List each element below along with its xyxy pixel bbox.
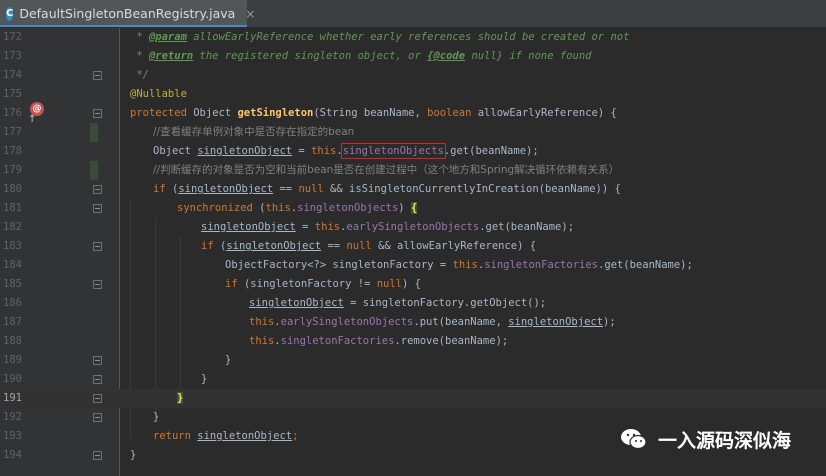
code-line: 175 @Nullable bbox=[0, 85, 826, 104]
line-number: 194 bbox=[3, 449, 22, 461]
active-tab-indicator bbox=[0, 25, 247, 27]
line-number: 179 bbox=[3, 164, 22, 176]
code-line: 173 * @return the registered singleton o… bbox=[0, 47, 826, 66]
line-number: 174 bbox=[3, 69, 22, 81]
editor-tab-bar: C DefaultSingletonBeanRegistry.java × bbox=[0, 0, 826, 28]
class-icon: C bbox=[6, 6, 14, 21]
line-number: 175 bbox=[3, 88, 22, 100]
line-number: 188 bbox=[3, 335, 22, 347]
code-line: 176 protected Object getSingleton(String… bbox=[0, 104, 826, 123]
code-line: 180 if (singletonObject == null && isSin… bbox=[0, 180, 826, 199]
watermark: 一入源码深似海 bbox=[620, 424, 791, 454]
code-line: 178 Object singletonObject = this.single… bbox=[0, 142, 826, 161]
line-number: 177 bbox=[3, 126, 22, 138]
code-line: 172 * @param allowEarlyReference whether… bbox=[0, 28, 826, 47]
fold-icon[interactable] bbox=[93, 109, 102, 118]
highlighted-field: singletonObjects bbox=[340, 143, 446, 159]
fold-icon[interactable] bbox=[93, 204, 102, 213]
fold-icon[interactable] bbox=[93, 375, 102, 384]
fold-icon[interactable] bbox=[93, 451, 102, 460]
code-line: 183 if (singletonObject == null && allow… bbox=[0, 237, 826, 256]
wechat-icon bbox=[621, 429, 647, 450]
code-line: 189 } bbox=[0, 351, 826, 370]
close-icon[interactable]: × bbox=[245, 7, 255, 21]
line-number: 191 bbox=[3, 392, 22, 404]
code-line: 187 this.earlySingletonObjects.put(beanN… bbox=[0, 313, 826, 332]
line-number: 190 bbox=[3, 373, 22, 385]
line-number: 189 bbox=[3, 354, 22, 366]
implements-arrow-icon[interactable]: ↑ bbox=[28, 114, 36, 125]
code-line: 174 */ bbox=[0, 66, 826, 85]
line-number: 186 bbox=[3, 297, 22, 309]
fold-icon[interactable] bbox=[93, 280, 102, 289]
code-line: 188 this.singletonFactories.remove(beanN… bbox=[0, 332, 826, 351]
line-number: 180 bbox=[3, 183, 22, 195]
fold-icon[interactable] bbox=[93, 394, 102, 403]
code-line: 179 //判断缓存的对象是否为空和当前bean是否在创建过程中（这个地方和Sp… bbox=[0, 161, 826, 180]
code-line: 185 if (singletonFactory != null) { bbox=[0, 275, 826, 294]
fold-icon[interactable] bbox=[93, 185, 102, 194]
line-number: 176 bbox=[3, 107, 22, 119]
line-number: 182 bbox=[3, 221, 22, 233]
code-line: 181 synchronized (this.singletonObjects)… bbox=[0, 199, 826, 218]
code-line: 182 singletonObject = this.earlySingleto… bbox=[0, 218, 826, 237]
code-line: 177 //查看缓存单例对象中是否存在指定的bean bbox=[0, 123, 826, 142]
fold-icon[interactable] bbox=[93, 71, 102, 80]
code-line: 184 ObjectFactory<?> singletonFactory = … bbox=[0, 256, 826, 275]
line-number: 178 bbox=[3, 145, 22, 157]
editor-tab[interactable]: C DefaultSingletonBeanRegistry.java × bbox=[0, 0, 255, 27]
fold-icon[interactable] bbox=[93, 356, 102, 365]
line-number: 193 bbox=[3, 430, 22, 442]
line-number: 173 bbox=[3, 50, 22, 62]
line-number: 192 bbox=[3, 411, 22, 423]
line-number: 181 bbox=[3, 202, 22, 214]
fold-icon[interactable] bbox=[93, 242, 102, 251]
tab-filename: DefaultSingletonBeanRegistry.java bbox=[19, 6, 236, 21]
line-number: 183 bbox=[3, 240, 22, 252]
line-number: 187 bbox=[3, 316, 22, 328]
code-line: 186 singletonObject = singletonFactory.g… bbox=[0, 294, 826, 313]
code-line-current: 191 } bbox=[0, 389, 826, 408]
fold-icon[interactable] bbox=[93, 413, 102, 422]
line-number: 172 bbox=[3, 31, 22, 43]
watermark-text: 一入源码深似海 bbox=[658, 429, 792, 452]
line-number: 184 bbox=[3, 259, 22, 271]
code-line: 190 } bbox=[0, 370, 826, 389]
line-number: 185 bbox=[3, 278, 22, 290]
